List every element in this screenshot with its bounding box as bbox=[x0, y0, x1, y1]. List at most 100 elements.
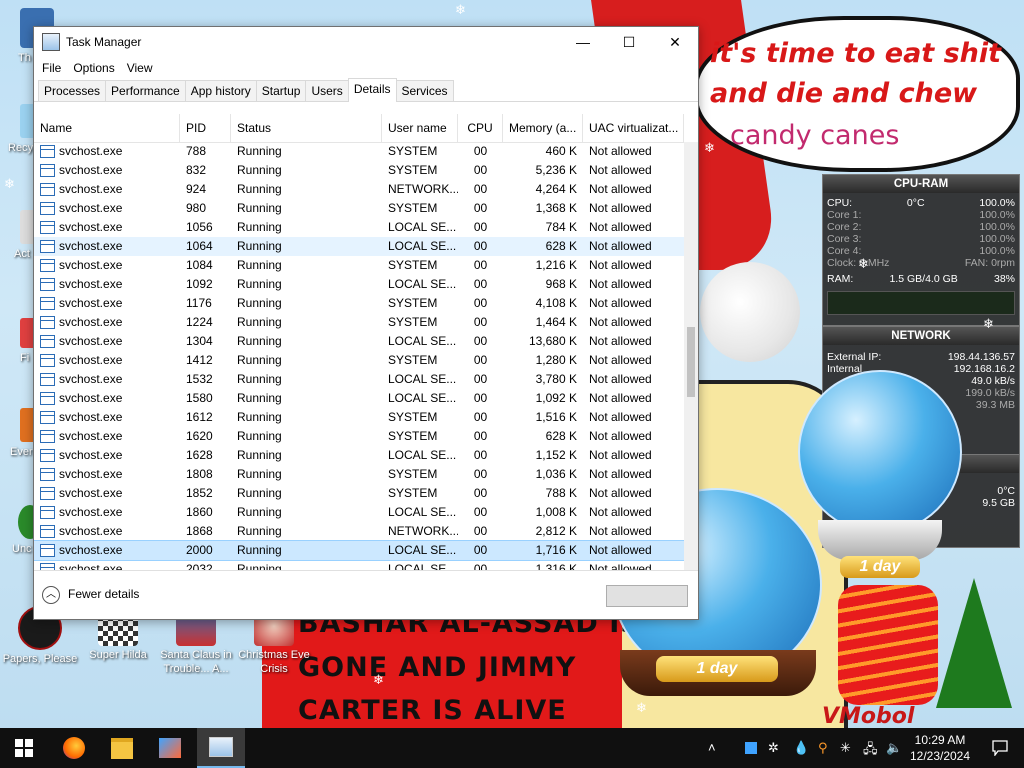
minimize-button[interactable]: — bbox=[560, 27, 606, 57]
fewer-details-link[interactable]: Fewer details bbox=[68, 587, 139, 601]
taskbar-file-explorer[interactable] bbox=[98, 728, 146, 768]
table-row[interactable]: svchost.exe 1852 Running SYSTEM 00 788 K Not a… bbox=[34, 484, 684, 503]
process-cpu: 00 bbox=[473, 334, 488, 348]
process-uac: Not allowed bbox=[589, 163, 652, 177]
tray-gear-icon[interactable]: ✲ bbox=[768, 740, 779, 756]
tray-app-icon[interactable] bbox=[745, 742, 757, 754]
column-header-user-name[interactable]: User name bbox=[382, 114, 458, 142]
chevron-up-icon[interactable]: ︿ bbox=[42, 586, 60, 604]
taskbar-task-manager[interactable] bbox=[197, 728, 245, 768]
table-row[interactable]: svchost.exe 1580 Running LOCAL SE... 00 1,092… bbox=[34, 389, 684, 408]
process-name: svchost.exe bbox=[34, 560, 180, 570]
table-row[interactable]: svchost.exe 1084 Running SYSTEM 00 1,216 K Not… bbox=[34, 256, 684, 275]
process-cpu: 00 bbox=[473, 296, 488, 310]
table-row[interactable]: svchost.exe 1092 Running LOCAL SE... 00 968 K… bbox=[34, 275, 684, 294]
tab-startup[interactable]: Startup bbox=[255, 80, 307, 101]
process-memory: 1,368 K bbox=[535, 201, 577, 215]
table-row[interactable]: svchost.exe 924 Running NETWORK... 00 4,264 K… bbox=[34, 180, 684, 199]
task-manager-window[interactable]: Task Manager — ☐ ✕ File Options View Pro… bbox=[33, 26, 699, 620]
end-task-button[interactable] bbox=[606, 585, 688, 607]
process-pid: 1176 bbox=[186, 296, 212, 310]
table-row[interactable]: svchost.exe 1808 Running SYSTEM 00 1,036 K Not… bbox=[34, 465, 684, 484]
tab-performance[interactable]: Performance bbox=[105, 80, 186, 101]
tray-snowflake-icon[interactable]: ✳ bbox=[840, 740, 851, 756]
process-user: LOCAL SE... bbox=[388, 334, 457, 348]
process-window-icon bbox=[40, 202, 55, 215]
process-memory: 4,108 K bbox=[535, 296, 577, 310]
column-header-memory[interactable]: Memory (a... bbox=[503, 114, 583, 142]
tab-app-history[interactable]: App history bbox=[184, 80, 257, 101]
process-status: Running bbox=[237, 372, 282, 386]
menu-view[interactable]: View bbox=[121, 61, 159, 75]
table-row[interactable]: svchost.exe 1304 Running LOCAL SE... 00 13,68… bbox=[34, 332, 684, 351]
table-row[interactable]: svchost.exe 1064 Running LOCAL SE... 00 628 K… bbox=[34, 237, 684, 256]
menu-file[interactable]: File bbox=[36, 61, 67, 75]
table-row[interactable]: svchost.exe 1176 Running SYSTEM 00 4,108 K Not… bbox=[34, 294, 684, 313]
table-row[interactable]: svchost.exe 1056 Running LOCAL SE... 00 784 K… bbox=[34, 218, 684, 237]
menu-options[interactable]: Options bbox=[67, 61, 120, 75]
tab-details[interactable]: Details bbox=[347, 78, 397, 102]
table-row[interactable]: svchost.exe 788 Running SYSTEM 00 460 K Not al… bbox=[34, 142, 684, 161]
taskbar-firefox[interactable] bbox=[50, 728, 98, 768]
table-row[interactable]: svchost.exe 2032 Running LOCAL SE... 00 1,316… bbox=[34, 560, 684, 570]
clock-date: 12/23/2024 bbox=[909, 749, 971, 763]
column-header-name[interactable]: Name bbox=[34, 114, 180, 142]
process-pid: 1092 bbox=[186, 277, 213, 291]
process-window-icon bbox=[40, 544, 55, 557]
column-header-uac[interactable]: UAC virtualizat... bbox=[583, 114, 684, 142]
globe-label-right: 1 day bbox=[840, 556, 920, 578]
firefox-icon bbox=[63, 737, 85, 759]
process-uac: Not allowed bbox=[589, 144, 652, 158]
tray-drop-icon[interactable]: 💧 bbox=[793, 740, 809, 756]
start-button[interactable] bbox=[0, 728, 48, 768]
tab-services[interactable]: Services bbox=[395, 80, 454, 101]
table-row[interactable]: svchost.exe 1612 Running SYSTEM 00 1,516 K Not… bbox=[34, 408, 684, 427]
title-bar[interactable]: Task Manager — ☐ ✕ bbox=[34, 27, 698, 57]
process-uac: Not allowed bbox=[589, 296, 652, 310]
footer: ︿ Fewer details bbox=[34, 570, 698, 620]
scrollbar-thumb[interactable] bbox=[687, 327, 695, 397]
close-button[interactable]: ✕ bbox=[652, 27, 698, 57]
table-row[interactable]: svchost.exe 1532 Running LOCAL SE... 00 3,780… bbox=[34, 370, 684, 389]
process-list[interactable]: svchost.exe 788 Running SYSTEM 00 460 K Not al… bbox=[34, 142, 684, 570]
table-row[interactable]: svchost.exe 1868 Running NETWORK... 00 2,812 … bbox=[34, 522, 684, 541]
column-header-status[interactable]: Status bbox=[231, 114, 382, 142]
process-user: LOCAL SE... bbox=[388, 505, 457, 519]
table-row[interactable]: svchost.exe 832 Running SYSTEM 00 5,236 K Not … bbox=[34, 161, 684, 180]
tab-users[interactable]: Users bbox=[305, 80, 349, 101]
table-row[interactable]: svchost.exe 2000 Running LOCAL SE... 00 1,716… bbox=[34, 540, 684, 561]
process-cpu: 00 bbox=[473, 144, 488, 158]
process-pid: 1620 bbox=[186, 429, 213, 443]
process-pid: 1224 bbox=[186, 315, 213, 329]
table-row[interactable]: svchost.exe 1628 Running LOCAL SE... 00 1,152… bbox=[34, 446, 684, 465]
process-window-icon bbox=[40, 487, 55, 500]
notification-button[interactable] bbox=[976, 728, 1024, 768]
process-name: svchost.exe bbox=[34, 237, 180, 256]
process-uac: Not allowed bbox=[589, 524, 652, 538]
table-row[interactable]: svchost.exe 1860 Running LOCAL SE... 00 1,008… bbox=[34, 503, 684, 522]
tab-processes[interactable]: Processes bbox=[38, 80, 107, 101]
table-row[interactable]: svchost.exe 1620 Running SYSTEM 00 628 K Not a… bbox=[34, 427, 684, 446]
process-status: Running bbox=[237, 220, 282, 234]
process-uac: Not allowed bbox=[589, 315, 652, 329]
column-header-pid[interactable]: PID bbox=[180, 114, 231, 142]
task-manager-icon bbox=[209, 737, 233, 757]
process-cpu: 00 bbox=[473, 448, 488, 462]
volume-icon[interactable]: 🔈 bbox=[886, 740, 902, 756]
process-window-icon bbox=[40, 354, 55, 367]
chevron-up-icon[interactable]: ˄ bbox=[708, 740, 716, 755]
table-row[interactable]: svchost.exe 980 Running SYSTEM 00 1,368 K Not … bbox=[34, 199, 684, 218]
clock[interactable]: 10:29 AM 12/23/2024 bbox=[902, 732, 978, 764]
table-row[interactable]: svchost.exe 1412 Running SYSTEM 00 1,280 K Not… bbox=[34, 351, 684, 370]
network-icon[interactable]: 🖧 bbox=[863, 740, 878, 762]
tray-search-icon[interactable]: ⚲ bbox=[818, 740, 828, 756]
table-row[interactable]: svchost.exe 1224 Running SYSTEM 00 1,464 K Not… bbox=[34, 313, 684, 332]
taskbar-app[interactable] bbox=[146, 728, 194, 768]
maximize-button[interactable]: ☐ bbox=[606, 27, 652, 57]
process-pid: 832 bbox=[186, 163, 207, 177]
process-name: svchost.exe bbox=[34, 161, 180, 180]
vertical-scrollbar[interactable] bbox=[684, 142, 698, 570]
process-pid: 2000 bbox=[186, 543, 213, 557]
clock-time: 10:29 AM bbox=[914, 733, 966, 747]
column-header-cpu[interactable]: CPU bbox=[458, 114, 503, 142]
